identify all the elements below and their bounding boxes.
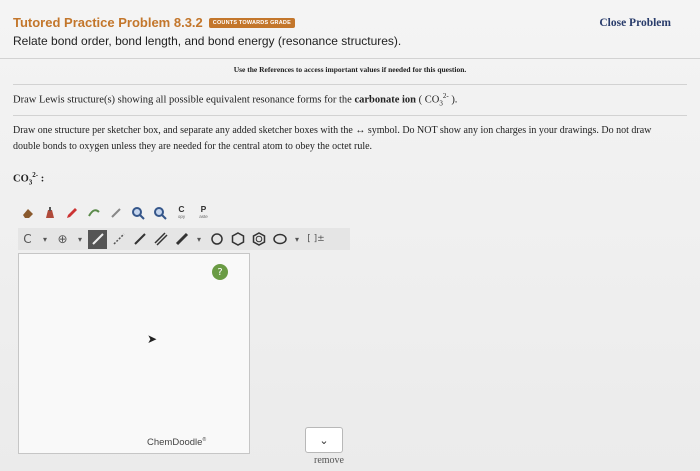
question-line-2: Draw one structure per sketcher box, and… xyxy=(13,125,652,152)
formula-open: ( CO xyxy=(416,94,440,106)
triple-bond-icon[interactable] xyxy=(172,230,191,249)
sketcher-toolbar-top: C opy P aste xyxy=(18,201,213,225)
chevron-down-icon[interactable]: ▾ xyxy=(74,230,86,249)
divider xyxy=(0,58,700,59)
question-prefix: Draw Lewis structure(s) showing all poss… xyxy=(13,94,355,106)
pencil-icon[interactable] xyxy=(62,204,81,223)
lasso-icon[interactable] xyxy=(84,204,103,223)
close-problem-link[interactable]: Close Problem xyxy=(599,17,671,29)
select-icon[interactable] xyxy=(106,204,125,223)
question-line-1: Draw Lewis structure(s) showing all poss… xyxy=(13,92,457,108)
formula-label: CO32- : xyxy=(13,171,44,187)
sketcher-toolbar-bottom: C ▾ ⊕ ▾ ▾ ▾ [ ]± xyxy=(18,228,350,250)
references-note: Use the References to access important v… xyxy=(233,65,467,74)
formula-close: ). xyxy=(448,94,458,106)
problem-subtitle: Relate bond order, bond length, and bond… xyxy=(13,34,402,48)
cursor-icon: ➤ xyxy=(147,332,158,346)
benzene-ring-icon[interactable] xyxy=(249,230,268,249)
wedge-bond-icon[interactable] xyxy=(130,230,149,249)
sketcher-dropdown[interactable]: ⌄ xyxy=(305,427,343,453)
dashed-bond-icon[interactable] xyxy=(109,230,128,249)
chemdoodle-brand: ChemDoodle® xyxy=(147,437,206,448)
question-bold: carbonate ion xyxy=(354,94,416,106)
zoom-in-icon[interactable] xyxy=(128,204,147,223)
eraser-icon[interactable] xyxy=(18,204,37,223)
formula-label-base: CO xyxy=(13,173,29,185)
cleanup-icon[interactable] xyxy=(40,204,59,223)
divider xyxy=(13,115,687,116)
paste-letter: P xyxy=(200,204,207,214)
copy-letter: C xyxy=(178,204,185,214)
chevron-down-icon[interactable]: ▾ xyxy=(39,230,51,249)
problem-title: Tutored Practice Problem 8.3.2 COUNTS TO… xyxy=(13,15,295,30)
chemdoodle-mark: ® xyxy=(202,437,207,443)
pentagon-ring-icon[interactable] xyxy=(270,230,289,249)
help-icon[interactable]: ? xyxy=(212,264,228,280)
chevron-down-icon: ⌄ xyxy=(319,433,329,447)
zoom-out-icon[interactable] xyxy=(150,204,169,223)
paste-button[interactable]: P aste xyxy=(194,204,213,223)
page: Tutored Practice Problem 8.3.2 COUNTS TO… xyxy=(0,0,700,471)
formula-sub: 3 xyxy=(439,99,443,108)
paste-label: aste xyxy=(199,214,208,219)
chemdoodle-text: ChemDoodle xyxy=(147,437,203,449)
sketcher-canvas[interactable]: ? ➤ ChemDoodle® xyxy=(18,253,250,454)
hexagon-ring-icon[interactable] xyxy=(228,230,247,249)
ring-icon[interactable] xyxy=(207,230,226,249)
single-bond-icon[interactable] xyxy=(88,229,107,249)
chevron-down-icon[interactable]: ▾ xyxy=(193,230,205,249)
double-bond-icon[interactable] xyxy=(151,230,170,249)
copy-label: opy xyxy=(177,214,186,219)
remove-link[interactable]: remove xyxy=(314,455,344,466)
element-c-button[interactable]: C xyxy=(18,230,37,249)
chevron-down-icon[interactable]: ▾ xyxy=(291,230,303,249)
bracket-charge-button[interactable]: [ ]± xyxy=(305,230,327,249)
grade-badge: COUNTS TOWARDS GRADE xyxy=(208,17,295,28)
copy-button[interactable]: C opy xyxy=(172,204,191,223)
formula-label-suffix: : xyxy=(38,173,45,185)
problem-title-text: Tutored Practice Problem 8.3.2 xyxy=(13,15,203,30)
formula-label-sub: 3 xyxy=(28,178,33,187)
plus-circle-icon[interactable]: ⊕ xyxy=(53,230,72,249)
divider xyxy=(13,84,687,85)
